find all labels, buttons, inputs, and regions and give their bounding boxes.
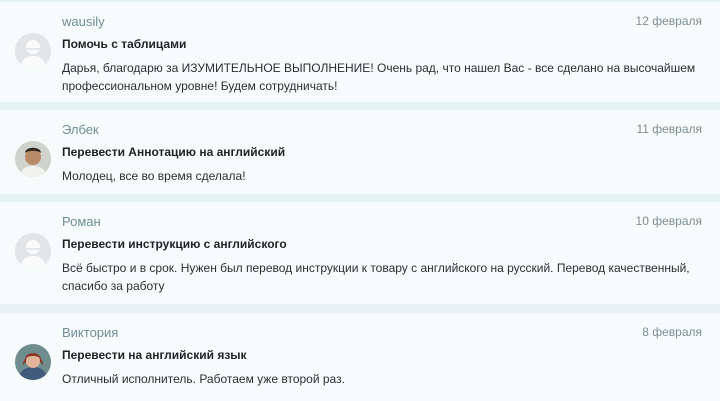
- review-text: Всё быстро и в срок. Нужен был перевод и…: [62, 261, 690, 293]
- reviewer-name[interactable]: Роман: [62, 214, 101, 229]
- review-task-title[interactable]: Помочь с таблицами: [62, 37, 186, 51]
- default-avatar-icon[interactable]: [15, 233, 51, 269]
- reviewer-name[interactable]: Виктория: [62, 325, 118, 340]
- review-date: 10 февраля: [635, 214, 702, 228]
- user-photo[interactable]: [15, 344, 51, 380]
- review-date: 11 февраля: [636, 122, 702, 136]
- review-item: Виктория 8 февраля Перевести на английск…: [0, 313, 720, 401]
- review-task-title[interactable]: Перевести Аннотацию на английский: [62, 145, 285, 159]
- review-task-title[interactable]: Перевести инструкцию с английского: [62, 237, 287, 251]
- review-item: Элбек 11 февраля Перевести Аннотацию на …: [0, 110, 720, 194]
- reviewer-name[interactable]: wausily: [62, 14, 105, 29]
- review-task-title[interactable]: Перевести на английский язык: [62, 348, 247, 362]
- review-text: Отличный исполнитель. Работаем уже второ…: [62, 372, 345, 386]
- default-avatar-icon[interactable]: [15, 33, 51, 69]
- review-item: wausily 12 февраля Помочь с таблицами Да…: [0, 2, 720, 102]
- review-text: Молодец, все во время сделала!: [62, 169, 246, 183]
- user-photo[interactable]: [15, 141, 51, 177]
- review-text: Дарья, благодарю за ИЗУМИТЕЛЬНОЕ ВЫПОЛНЕ…: [62, 61, 696, 93]
- review-item: Роман 10 февраля Перевести инструкцию с …: [0, 202, 720, 304]
- reviewer-name[interactable]: Элбек: [62, 122, 99, 137]
- review-date: 12 февраля: [635, 14, 702, 28]
- review-date: 8 февраля: [642, 325, 702, 339]
